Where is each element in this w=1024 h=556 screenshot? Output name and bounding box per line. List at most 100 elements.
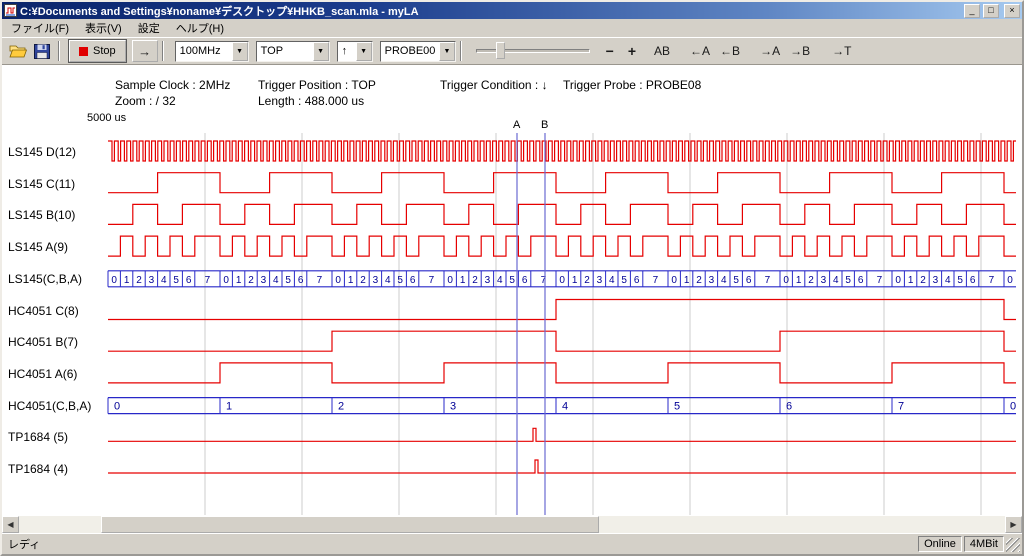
svg-text:3: 3 bbox=[709, 275, 715, 286]
svg-text:1: 1 bbox=[796, 275, 802, 286]
close-button[interactable]: × bbox=[1004, 4, 1020, 18]
svg-text:2: 2 bbox=[338, 401, 344, 413]
waveform-area[interactable]: Sample Clock : 2MHz Trigger Position : T… bbox=[2, 65, 1022, 516]
trigger-edge-combo[interactable]: ↑ ▼ bbox=[337, 41, 373, 62]
maximize-button[interactable]: □ bbox=[983, 4, 999, 18]
svg-text:1: 1 bbox=[348, 275, 354, 286]
status-online-badge: Online bbox=[918, 536, 962, 552]
waveform-plot[interactable]: 0123456701234567012345670123456701234567… bbox=[2, 65, 1022, 516]
minimize-button[interactable]: _ bbox=[964, 4, 980, 18]
svg-text:0: 0 bbox=[1010, 401, 1016, 413]
chevron-down-icon[interactable]: ▼ bbox=[232, 42, 248, 61]
svg-text:4: 4 bbox=[273, 275, 279, 286]
status-memory-badge: 4MBit bbox=[964, 536, 1004, 552]
svg-text:7: 7 bbox=[205, 275, 211, 286]
svg-text:1: 1 bbox=[684, 275, 690, 286]
chevron-down-icon[interactable]: ▼ bbox=[439, 42, 454, 61]
svg-text:0: 0 bbox=[111, 275, 117, 286]
right-a-button[interactable]: →A bbox=[756, 42, 784, 60]
menu-bar: ファイル(F) 表示(V) 設定 ヘルプ(H) bbox=[2, 19, 1022, 37]
sample-clock-value: 100MHz bbox=[176, 42, 232, 61]
title-bar[interactable]: C:¥Documents and Settings¥noname¥デスクトップ¥… bbox=[2, 2, 1022, 19]
horizontal-scrollbar[interactable]: ◀ ▶ bbox=[2, 516, 1022, 533]
svg-text:2: 2 bbox=[248, 275, 254, 286]
channel-label: LS145 D(12) bbox=[8, 144, 76, 160]
svg-text:5: 5 bbox=[173, 275, 179, 286]
svg-text:4: 4 bbox=[833, 275, 839, 286]
trigger-probe-value: PROBE00 bbox=[381, 42, 440, 61]
svg-text:3: 3 bbox=[450, 401, 456, 413]
trigger-position-value: TOP bbox=[257, 42, 313, 61]
svg-text:0: 0 bbox=[783, 275, 789, 286]
scrollbar-thumb[interactable] bbox=[101, 516, 599, 533]
svg-text:7: 7 bbox=[429, 275, 435, 286]
svg-text:5: 5 bbox=[621, 275, 627, 286]
app-window: C:¥Documents and Settings¥noname¥デスクトップ¥… bbox=[0, 0, 1024, 556]
marker-label-b: B bbox=[541, 119, 548, 131]
svg-text:6: 6 bbox=[634, 275, 640, 286]
toolbar-separator bbox=[58, 41, 60, 61]
channel-label: LS145(C,B,A) bbox=[8, 271, 82, 287]
marker-label-a: A bbox=[513, 119, 520, 131]
trigger-probe-combo[interactable]: PROBE00 ▼ bbox=[380, 41, 456, 62]
open-file-button[interactable] bbox=[6, 40, 30, 62]
sample-clock-combo[interactable]: 100MHz ▼ bbox=[175, 41, 249, 62]
menu-file[interactable]: ファイル(F) bbox=[3, 18, 77, 38]
run-button[interactable]: → bbox=[132, 40, 158, 62]
menu-help[interactable]: ヘルプ(H) bbox=[168, 18, 232, 38]
svg-text:3: 3 bbox=[597, 275, 603, 286]
menu-view[interactable]: 表示(V) bbox=[77, 18, 130, 38]
svg-text:4: 4 bbox=[609, 275, 615, 286]
svg-text:6: 6 bbox=[298, 275, 304, 286]
scroll-right-icon[interactable]: ▶ bbox=[1005, 516, 1022, 533]
zoom-slider[interactable] bbox=[474, 40, 592, 62]
channel-label: TP1684 (4) bbox=[8, 461, 68, 477]
svg-text:0: 0 bbox=[114, 401, 120, 413]
channel-label: HC4051 B(7) bbox=[8, 334, 78, 350]
status-bar: レディ Online 4MBit bbox=[2, 533, 1022, 554]
right-b-button[interactable]: →B bbox=[786, 42, 814, 60]
trigger-position-combo[interactable]: TOP ▼ bbox=[256, 41, 330, 62]
svg-text:3: 3 bbox=[821, 275, 827, 286]
trigger-edge-value: ↑ bbox=[338, 42, 356, 61]
window-title: C:¥Documents and Settings¥noname¥デスクトップ¥… bbox=[20, 3, 961, 19]
svg-text:0: 0 bbox=[447, 275, 453, 286]
svg-text:4: 4 bbox=[945, 275, 951, 286]
svg-text:5: 5 bbox=[509, 275, 515, 286]
svg-text:6: 6 bbox=[410, 275, 416, 286]
svg-text:1: 1 bbox=[124, 275, 130, 286]
ab-button[interactable]: AB bbox=[650, 42, 674, 60]
scroll-left-icon[interactable]: ◀ bbox=[2, 516, 19, 533]
channel-label: HC4051 C(8) bbox=[8, 303, 79, 319]
stop-button[interactable]: Stop bbox=[69, 40, 126, 62]
svg-text:0: 0 bbox=[1007, 275, 1013, 286]
toolbar-separator bbox=[162, 41, 164, 61]
svg-text:4: 4 bbox=[385, 275, 391, 286]
svg-text:4: 4 bbox=[562, 401, 568, 413]
left-a-button[interactable]: ←A bbox=[686, 42, 714, 60]
svg-text:3: 3 bbox=[485, 275, 491, 286]
svg-text:2: 2 bbox=[808, 275, 814, 286]
zoom-in-button[interactable]: + bbox=[624, 41, 640, 61]
svg-text:5: 5 bbox=[674, 401, 680, 413]
svg-text:0: 0 bbox=[895, 275, 901, 286]
svg-text:5: 5 bbox=[285, 275, 291, 286]
svg-text:7: 7 bbox=[877, 275, 883, 286]
resize-grip[interactable] bbox=[1006, 538, 1020, 552]
save-button[interactable] bbox=[30, 40, 54, 62]
svg-text:4: 4 bbox=[497, 275, 503, 286]
svg-text:3: 3 bbox=[933, 275, 939, 286]
svg-text:6: 6 bbox=[186, 275, 192, 286]
left-b-button[interactable]: ←B bbox=[716, 42, 744, 60]
slider-thumb[interactable] bbox=[496, 42, 505, 59]
trigger-jump-button[interactable]: →T bbox=[828, 42, 855, 60]
zoom-out-button[interactable]: − bbox=[602, 41, 618, 61]
chevron-down-icon[interactable]: ▼ bbox=[313, 42, 329, 61]
scrollbar-track[interactable] bbox=[19, 516, 1005, 533]
folder-open-icon bbox=[9, 44, 27, 58]
svg-text:2: 2 bbox=[360, 275, 366, 286]
menu-settings[interactable]: 設定 bbox=[130, 18, 168, 38]
svg-text:3: 3 bbox=[261, 275, 267, 286]
chevron-down-icon[interactable]: ▼ bbox=[356, 42, 372, 61]
svg-text:6: 6 bbox=[522, 275, 528, 286]
